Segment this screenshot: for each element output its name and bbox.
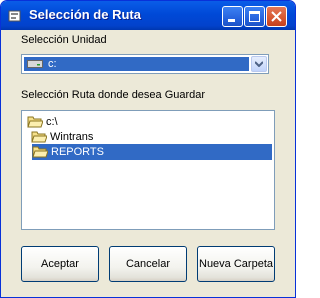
title-bar[interactable]: Selección de Ruta bbox=[1, 1, 295, 30]
folder-tree[interactable]: c:\ Wintrans REPORTS bbox=[21, 110, 275, 230]
minimize-icon bbox=[228, 19, 235, 22]
tree-item-label: c:\ bbox=[46, 116, 58, 128]
chevron-down-icon bbox=[255, 61, 263, 67]
ruta-label: Selección Ruta donde desea Guardar bbox=[21, 89, 206, 101]
maximize-icon bbox=[249, 11, 260, 22]
cancel-button[interactable]: Cancelar bbox=[109, 246, 187, 282]
dialog-window: Selección de Ruta Selección Unidad c: Se… bbox=[0, 0, 296, 298]
tree-item-reports[interactable]: REPORTS bbox=[32, 144, 272, 160]
close-icon bbox=[271, 11, 282, 22]
unidad-label: Selección Unidad bbox=[21, 34, 107, 46]
dropdown-button[interactable] bbox=[251, 56, 267, 72]
drive-select-text: c: bbox=[48, 58, 57, 70]
minimize-button[interactable] bbox=[222, 6, 243, 27]
open-folder-icon bbox=[32, 146, 48, 158]
tree-item-wintrans[interactable]: Wintrans bbox=[31, 129, 111, 145]
close-button[interactable] bbox=[266, 6, 287, 27]
open-folder-icon bbox=[31, 131, 47, 143]
drive-select-value: c: bbox=[24, 57, 249, 71]
accept-button[interactable]: Aceptar bbox=[21, 246, 99, 282]
drive-select[interactable]: c: bbox=[21, 54, 269, 74]
tree-item-label: Wintrans bbox=[50, 131, 94, 143]
tree-item-root[interactable]: c:\ bbox=[27, 114, 87, 130]
open-folder-icon bbox=[27, 116, 43, 128]
app-icon bbox=[8, 10, 21, 22]
window-title: Selección de Ruta bbox=[29, 7, 141, 22]
new-folder-button[interactable]: Nueva Carpeta bbox=[197, 246, 275, 282]
drive-icon bbox=[27, 60, 43, 68]
maximize-button[interactable] bbox=[244, 6, 265, 27]
tree-item-label: REPORTS bbox=[51, 146, 104, 158]
